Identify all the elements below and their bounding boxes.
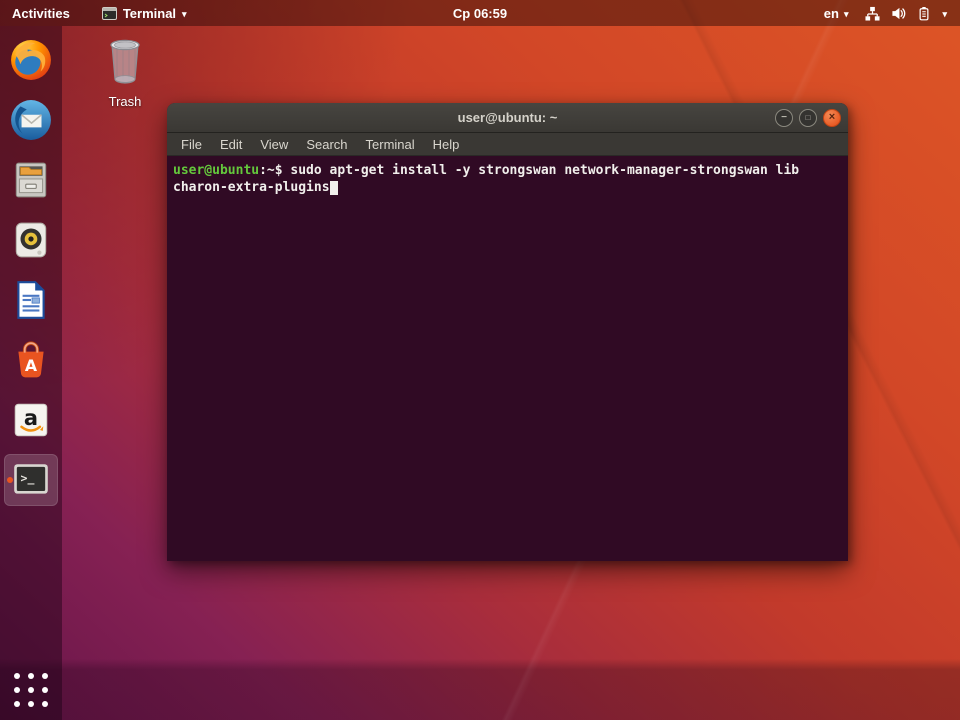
terminal-icon: >_ [10, 459, 52, 501]
dock-item-libreoffice-writer[interactable] [4, 274, 58, 326]
prompt-user-host: user@ubuntu [173, 163, 259, 178]
terminal-output-area[interactable]: user@ubuntu:~$ sudo apt-get install -y s… [167, 158, 848, 561]
app-menu-label: Terminal [123, 6, 176, 21]
top-bar: Activities Terminal ▾ Cp 06:59 en ▾ [0, 0, 960, 26]
system-status-area[interactable]: en ▾ ▾ [824, 6, 947, 21]
terminal-window: user@ubuntu: ~ − □ × File Edit View Sear… [167, 103, 848, 561]
menu-search[interactable]: Search [297, 137, 356, 152]
menu-terminal[interactable]: Terminal [357, 137, 424, 152]
trash-icon [104, 36, 146, 88]
window-menubar: File Edit View Search Terminal Help [167, 133, 848, 156]
prompt-symbol: $ [275, 163, 283, 178]
maximize-button[interactable]: □ [799, 109, 817, 127]
chevron-down-icon: ▾ [844, 10, 849, 19]
desktop: Activities Terminal ▾ Cp 06:59 en ▾ [0, 0, 960, 720]
dock: A a >_ [0, 26, 62, 720]
dock-item-files[interactable] [4, 154, 58, 206]
desktop-icon-trash[interactable]: Trash [98, 36, 152, 109]
close-button[interactable]: × [823, 109, 841, 127]
software-bag-icon: A [10, 339, 52, 381]
dock-item-ubuntu-software[interactable]: A [4, 334, 58, 386]
keyboard-layout-label: en [824, 6, 839, 21]
activities-button[interactable]: Activities [12, 6, 70, 21]
dock-item-thunderbird[interactable] [4, 94, 58, 146]
window-titlebar[interactable]: user@ubuntu: ~ − □ × [167, 103, 848, 133]
window-title: user@ubuntu: ~ [458, 110, 558, 125]
terminal-line: user@ubuntu:~$ sudo apt-get install -y s… [173, 162, 842, 179]
running-indicator-dot [7, 477, 13, 483]
minimize-button[interactable]: − [775, 109, 793, 127]
svg-text:A: A [25, 356, 38, 375]
thunderbird-icon [10, 99, 52, 141]
prompt-path: ~ [267, 163, 275, 178]
dock-item-rhythmbox[interactable] [4, 214, 58, 266]
command-text-wrapped: charon-extra-plugins [173, 180, 330, 195]
app-menu-terminal[interactable]: Terminal ▾ [102, 6, 187, 21]
dock-item-terminal[interactable]: >_ [4, 454, 58, 506]
show-applications-button[interactable] [14, 673, 48, 707]
terminal-line: charon-extra-plugins [173, 179, 842, 196]
keyboard-layout-indicator[interactable]: en ▾ [824, 6, 849, 21]
menu-help[interactable]: Help [424, 137, 469, 152]
svg-text:a: a [24, 406, 38, 430]
menu-edit[interactable]: Edit [211, 137, 251, 152]
trash-label: Trash [98, 94, 152, 109]
volume-icon [891, 6, 906, 21]
dock-item-firefox[interactable] [4, 34, 58, 86]
app-grid-icon [14, 673, 20, 679]
speaker-icon [10, 219, 52, 261]
prompt-separator: : [259, 163, 267, 178]
clock[interactable]: Cp 06:59 [453, 6, 507, 21]
writer-document-icon [10, 279, 52, 321]
terminal-cursor [330, 181, 338, 195]
firefox-icon [10, 39, 52, 81]
chevron-down-icon: ▾ [942, 10, 947, 19]
file-cabinet-icon [10, 159, 52, 201]
network-wired-icon [865, 6, 880, 21]
window-controls: − □ × [775, 109, 841, 127]
dock-item-amazon[interactable]: a [4, 394, 58, 446]
chevron-down-icon: ▾ [182, 10, 187, 19]
battery-icon [917, 6, 931, 21]
command-text: sudo apt-get install -y strongswan netwo… [283, 163, 800, 178]
svg-text:>_: >_ [21, 471, 35, 486]
menu-file[interactable]: File [172, 137, 211, 152]
amazon-icon: a [10, 399, 52, 441]
terminal-window-icon [102, 7, 117, 20]
menu-view[interactable]: View [251, 137, 297, 152]
